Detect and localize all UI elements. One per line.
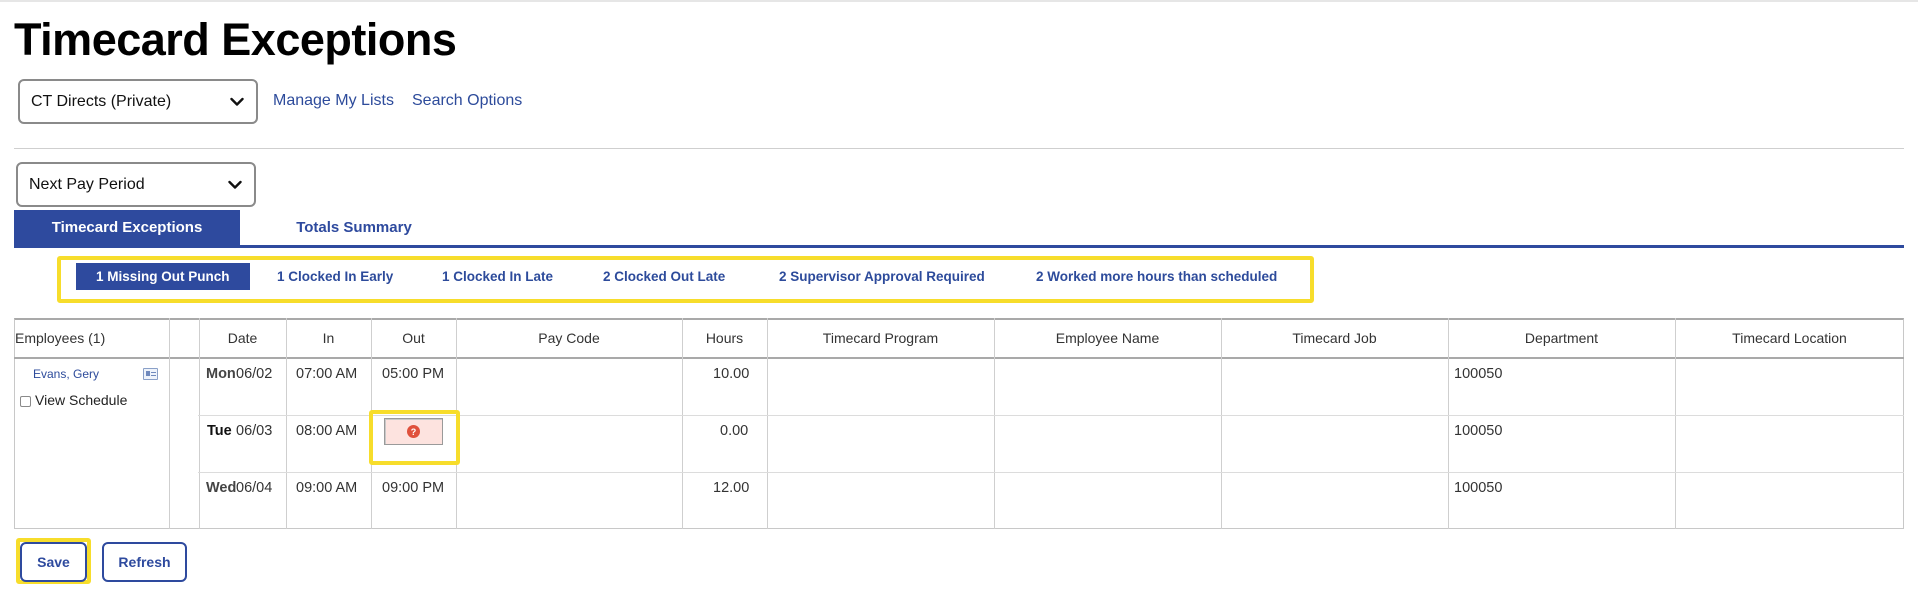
header-employees: Employees (1) [15,330,106,346]
page-title: Timecard Exceptions [14,14,457,65]
question-warning-icon: ? [407,425,420,438]
row1-department: 100050 [1454,366,1503,382]
tab-timecard-exceptions[interactable]: Timecard Exceptions [14,210,240,245]
header-out: Out [402,330,425,346]
row1-out: 05:00 PM [382,366,445,382]
list-select[interactable]: CT Directs (Private) [18,79,258,124]
exception-worked-more-hours[interactable]: 2 Worked more hours than scheduled [1036,263,1277,290]
row2-date: 06/03 [236,423,273,439]
save-button[interactable]: Save [20,542,87,582]
row3-hours: 12.00 [713,480,750,496]
list-select-value: CT Directs (Private) [31,92,172,110]
header-timecard-location: Timecard Location [1732,330,1847,346]
row1-day: Mon [206,366,236,382]
exception-supervisor-approval[interactable]: 2 Supervisor Approval Required [779,263,985,290]
row3-department: 100050 [1454,480,1503,496]
header-timecard-job: Timecard Job [1292,330,1377,346]
top-border [0,0,1918,2]
chevron-down-icon [230,97,244,106]
missing-out-punch-input[interactable]: ? [384,418,443,445]
view-schedule-checkbox[interactable] [20,396,31,407]
manage-my-lists-link[interactable]: Manage My Lists [273,92,394,110]
row2-day: Tue [207,423,232,439]
employee-name-link[interactable]: Evans, Gery [33,367,99,381]
row1-date: 06/02 [236,366,273,382]
tab-bar: Timecard Exceptions Totals Summary [14,210,1904,248]
row1-hours: 10.00 [713,366,750,382]
section-divider [14,148,1904,149]
view-schedule-label: View Schedule [35,392,128,408]
header-hours: Hours [705,330,744,346]
exception-clocked-in-late[interactable]: 1 Clocked In Late [442,263,553,290]
pay-period-select-value: Next Pay Period [29,175,145,193]
exception-clocked-in-early[interactable]: 1 Clocked In Early [277,263,393,290]
tab-totals-summary[interactable]: Totals Summary [254,210,454,245]
row3-out: 09:00 PM [382,480,445,496]
row1-in: 07:00 AM [296,366,358,382]
chevron-down-icon [228,180,242,189]
employee-card-icon[interactable] [143,368,158,380]
header-in: In [322,330,335,346]
header-pay-code: Pay Code [538,330,600,346]
row2-in: 08:00 AM [296,423,358,439]
col-divider [169,318,170,529]
row3-date: 06/04 [236,480,273,496]
header-date: Date [227,330,258,346]
row3-day: Wed [206,480,237,496]
refresh-button[interactable]: Refresh [102,542,187,582]
pay-period-select[interactable]: Next Pay Period [16,162,256,207]
row2-department: 100050 [1454,423,1503,439]
search-options-link[interactable]: Search Options [412,92,522,110]
header-department: Department [1524,330,1599,346]
header-timecard-program: Timecard Program [822,330,939,346]
row3-in: 09:00 AM [296,480,358,496]
row-divider [198,472,1904,473]
exception-missing-out-punch[interactable]: 1 Missing Out Punch [76,263,250,290]
row2-hours: 0.00 [720,423,749,439]
header-employee-name: Employee Name [1055,330,1160,346]
exception-clocked-out-late[interactable]: 2 Clocked Out Late [603,263,725,290]
